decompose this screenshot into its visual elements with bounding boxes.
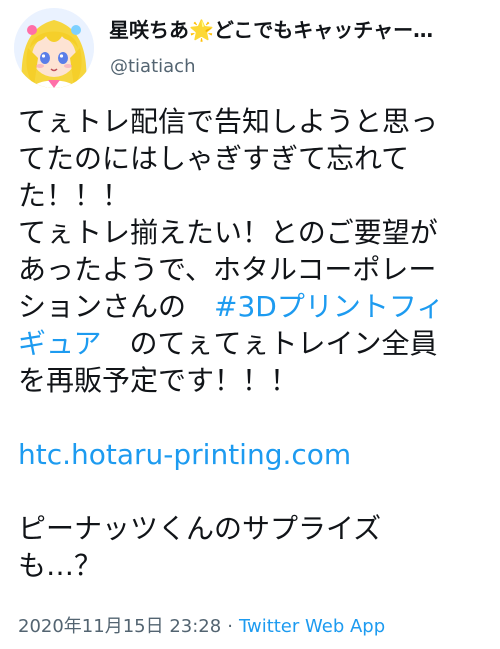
tweet-header: 星咲ちあ🌟どこでもキャッチャー… @tiatiach <box>14 8 490 88</box>
tweet-line: ピーナッツくんのサプライズ <box>18 512 382 545</box>
tweet-line: てたのにはしゃぎすぎて忘れて <box>18 142 410 175</box>
hashtag-link-continued[interactable]: ギュア <box>18 327 101 360</box>
display-name-text: 星咲ちあ <box>109 18 189 42</box>
tweet-line: を再販予定です！！！ <box>18 364 299 397</box>
tweet-line-text: ションさんの <box>18 290 215 323</box>
tweet-timestamp[interactable]: 2020年11月15日 23:28 <box>18 616 221 637</box>
tweet-line: あったようで、ホタルコーポレー <box>18 253 437 286</box>
tweet-line: てぇトレ揃えたい！とのご要望が <box>18 216 438 249</box>
hashtag-link[interactable]: #3Dプリントフィ <box>214 290 444 323</box>
tweet-line: てぇトレ配信で告知しようと思っ <box>18 105 439 138</box>
tweet-meta: 2020年11月15日 23:28 · Twitter Web App <box>18 612 385 638</box>
user-handle[interactable]: @tiatiach <box>110 56 195 78</box>
tweet-line-text: のてぇてぇトレイン全員 <box>101 327 438 360</box>
avatar[interactable] <box>14 8 94 88</box>
meta-separator: · <box>227 616 233 637</box>
tweet-line: ギュア のてぇてぇトレイン全員 <box>18 325 488 362</box>
url-link[interactable]: htc.hotaru-printing.com <box>18 436 488 473</box>
display-name[interactable]: 星咲ちあ🌟どこでもキャッチャー… <box>109 18 433 42</box>
tweet-line: ションさんの #3Dプリントフィ <box>18 288 488 325</box>
tweet-text: てぇトレ配信で告知しようと思っ てたのにはしゃぎすぎて忘れて た！！！ てぇトレ… <box>18 103 488 584</box>
tweet-line: も…？ <box>18 549 103 582</box>
tweet-card: 星咲ちあ🌟どこでもキャッチャー… @tiatiach てぇトレ配信で告知しようと… <box>0 0 500 649</box>
tweet-source-link[interactable]: Twitter Web App <box>239 616 385 637</box>
star-emoji-icon: 🌟 <box>189 18 214 42</box>
display-name-suffix: どこでもキャッチャー… <box>213 18 434 42</box>
tweet-line: た！！！ <box>18 179 131 212</box>
